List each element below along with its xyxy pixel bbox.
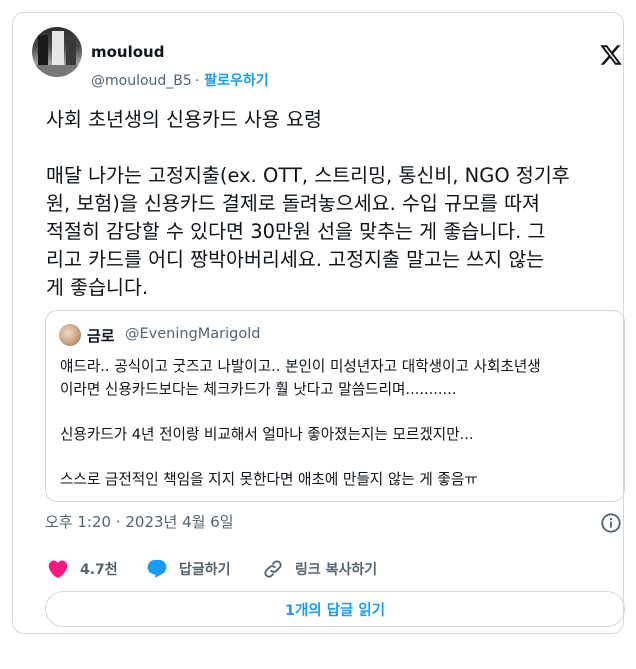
tweet-line: 리고 카드를 어디 짱박아버리세요. 고정지출 말고는 쓰지 않는 bbox=[46, 248, 545, 271]
tweet-card: mouloud @mouloud_B5 · 팔로우하기 사회 초년생의 신용카드 사… bbox=[12, 12, 626, 634]
separator-dot: · bbox=[194, 73, 200, 89]
reply-bubble-icon bbox=[147, 559, 167, 578]
tweet-timestamp[interactable]: 오후 1:20 · 2023년 4월 6일 bbox=[45, 511, 234, 532]
copy-link-label: 링크 복사하기 bbox=[295, 562, 378, 578]
follow-button[interactable]: 팔로우하기 bbox=[204, 73, 268, 89]
author-handle-row: @mouloud_B5 · 팔로우하기 bbox=[91, 70, 269, 90]
copy-link-button[interactable]: 링크 복사하기 bbox=[262, 557, 377, 581]
author-name[interactable]: mouloud bbox=[91, 43, 164, 61]
tweet-line: 게 좋습니다. bbox=[46, 276, 149, 299]
tweet-line: 매달 나가는 고정지출(ex. OTT, 스트리밍, 통신비, NGO 정기후 bbox=[46, 164, 570, 187]
quote-author-handle: @EveningMarigold bbox=[125, 326, 261, 342]
reply-button[interactable]: 답글하기 bbox=[146, 557, 231, 581]
author-avatar[interactable] bbox=[32, 27, 82, 77]
reply-label: 답글하기 bbox=[179, 562, 231, 578]
quote-line: 이라면 신용카드보다는 체크카드가 훨 낫다고 말씀드리며........... bbox=[60, 380, 457, 398]
read-replies-button[interactable]: 1개의 답글 읽기 bbox=[45, 591, 625, 627]
heart-icon bbox=[48, 560, 68, 578]
quote-line: 신용카드가 4년 전이랑 비교해서 얼마나 좋아졌는지는 모르겠지만... bbox=[60, 425, 474, 443]
quote-line: 얘드라.. 공식이고 굿즈고 나발이고.. 본인이 미성년자고 대학생이고 사회… bbox=[60, 358, 541, 375]
quote-author-name: 금로 bbox=[87, 327, 115, 345]
tweet-text: 사회 초년생의 신용카드 사용 요령 매달 나가는 고정지출(ex. OTT, … bbox=[46, 106, 626, 302]
quoted-tweet[interactable]: 금로 @EveningMarigold 얘드라.. 공식이고 굿즈고 나발이고.… bbox=[45, 310, 625, 502]
x-logo-icon[interactable] bbox=[599, 43, 623, 67]
tweet-line: 원, 보험)을 신용카드 결제로 돌려놓으세요. 수입 규모를 따져 bbox=[46, 192, 540, 215]
tweet-line: 사회 초년생의 신용카드 사용 요령 bbox=[46, 108, 322, 131]
author-handle[interactable]: @mouloud_B5 bbox=[91, 73, 192, 89]
tweet-header: mouloud @mouloud_B5 · 팔로우하기 bbox=[32, 27, 609, 89]
quote-line: 스스로 금전적인 책임을 지지 못한다면 애초에 만들지 않는 게 좋음ㅠ bbox=[60, 470, 478, 488]
info-icon[interactable] bbox=[600, 512, 622, 534]
link-icon bbox=[264, 560, 282, 578]
like-button[interactable]: 4.7천 bbox=[47, 557, 118, 581]
like-count: 4.7천 bbox=[80, 562, 118, 578]
quote-text: 얘드라.. 공식이고 굿즈고 나발이고.. 본인이 미성년자고 대학생이고 사회… bbox=[60, 356, 616, 491]
tweet-line: 적절히 감당할 수 있다면 30만원 선을 맞추는 게 좋습니다. 그 bbox=[46, 220, 546, 243]
quote-author-avatar bbox=[59, 324, 81, 346]
